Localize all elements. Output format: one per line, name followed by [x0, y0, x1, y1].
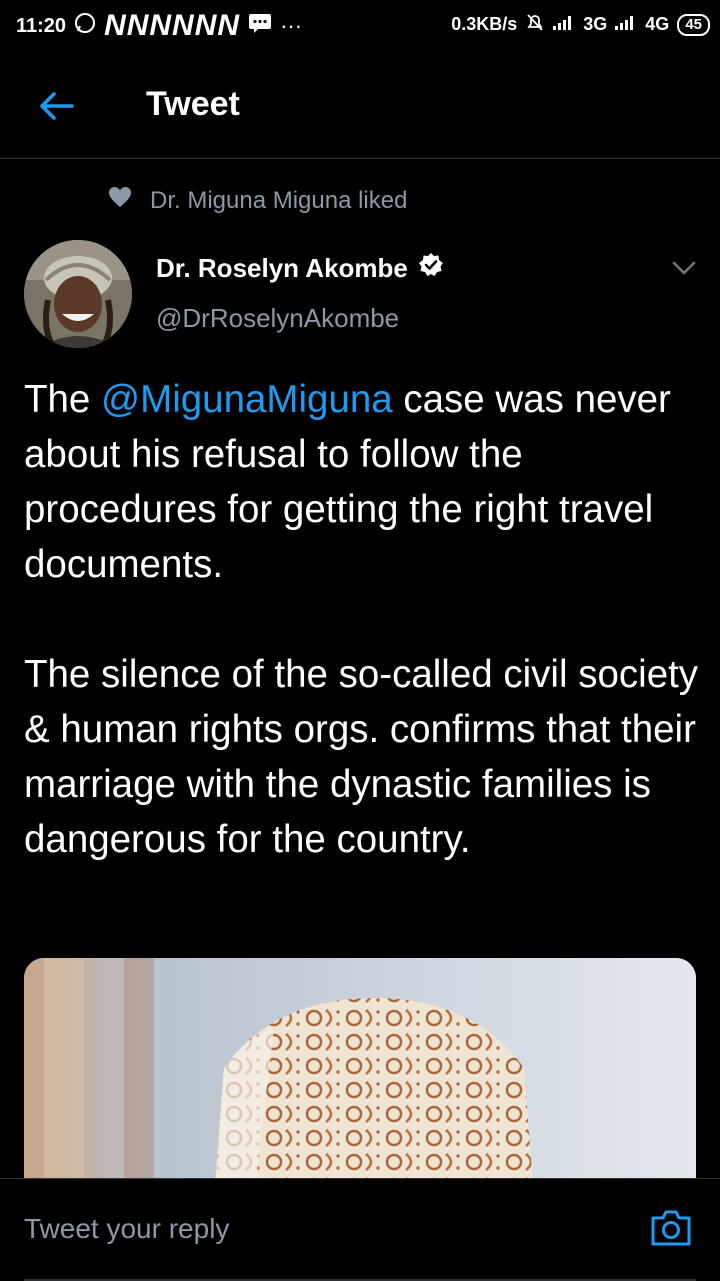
signal-icon-2	[615, 14, 637, 35]
status-time: 11:20	[16, 14, 67, 37]
back-arrow-icon[interactable]	[34, 84, 78, 128]
status-bar: 11:20 NNNNNN ··· 0.3KB/s 3G 4G 45	[0, 0, 720, 50]
message-icon	[248, 12, 272, 40]
alarm-off-icon	[525, 12, 545, 37]
reply-bar: Tweet your reply	[0, 1178, 720, 1281]
network-speed: 0.3KB/s	[451, 14, 518, 34]
page-title: Tweet	[146, 85, 240, 123]
network-type-2: 4G	[645, 14, 670, 34]
reply-input[interactable]: Tweet your reply	[24, 1213, 229, 1245]
camera-icon[interactable]	[650, 1209, 692, 1247]
avatar[interactable]	[24, 240, 132, 348]
tweet-paragraph-2: The silence of the so-called civil socie…	[24, 653, 699, 861]
chevron-down-icon[interactable]	[670, 258, 698, 278]
author-name: Dr. Roselyn Akombe	[156, 253, 408, 283]
signal-icon	[553, 14, 575, 35]
whatsapp-icon	[74, 12, 96, 40]
verified-badge-icon	[418, 252, 444, 285]
battery-indicator: 45	[677, 13, 710, 36]
app-bar: Tweet	[0, 50, 720, 159]
tweet-paragraph-1: The @MigunaMiguna case was never about h…	[24, 372, 704, 592]
tweet-media-image[interactable]	[24, 958, 696, 1198]
social-context-text: Dr. Miguna Miguna liked	[150, 186, 408, 214]
mention-link[interactable]: @MigunaMiguna	[101, 378, 393, 421]
tweet-text-start: The	[24, 378, 102, 421]
heart-icon	[108, 186, 132, 215]
more-notifications-icon: ···	[280, 13, 303, 38]
social-context: Dr. Miguna Miguna liked	[108, 186, 407, 215]
tweet-body: The @MigunaMiguna case was never about h…	[24, 372, 704, 867]
network-type-1: 3G	[583, 14, 608, 34]
tweet-author[interactable]: Dr. Roselyn Akombe @DrRoselynAkombe	[156, 252, 444, 334]
notification-marks: NNNNNN	[104, 9, 241, 42]
author-handle: @DrRoselynAkombe	[156, 303, 400, 333]
